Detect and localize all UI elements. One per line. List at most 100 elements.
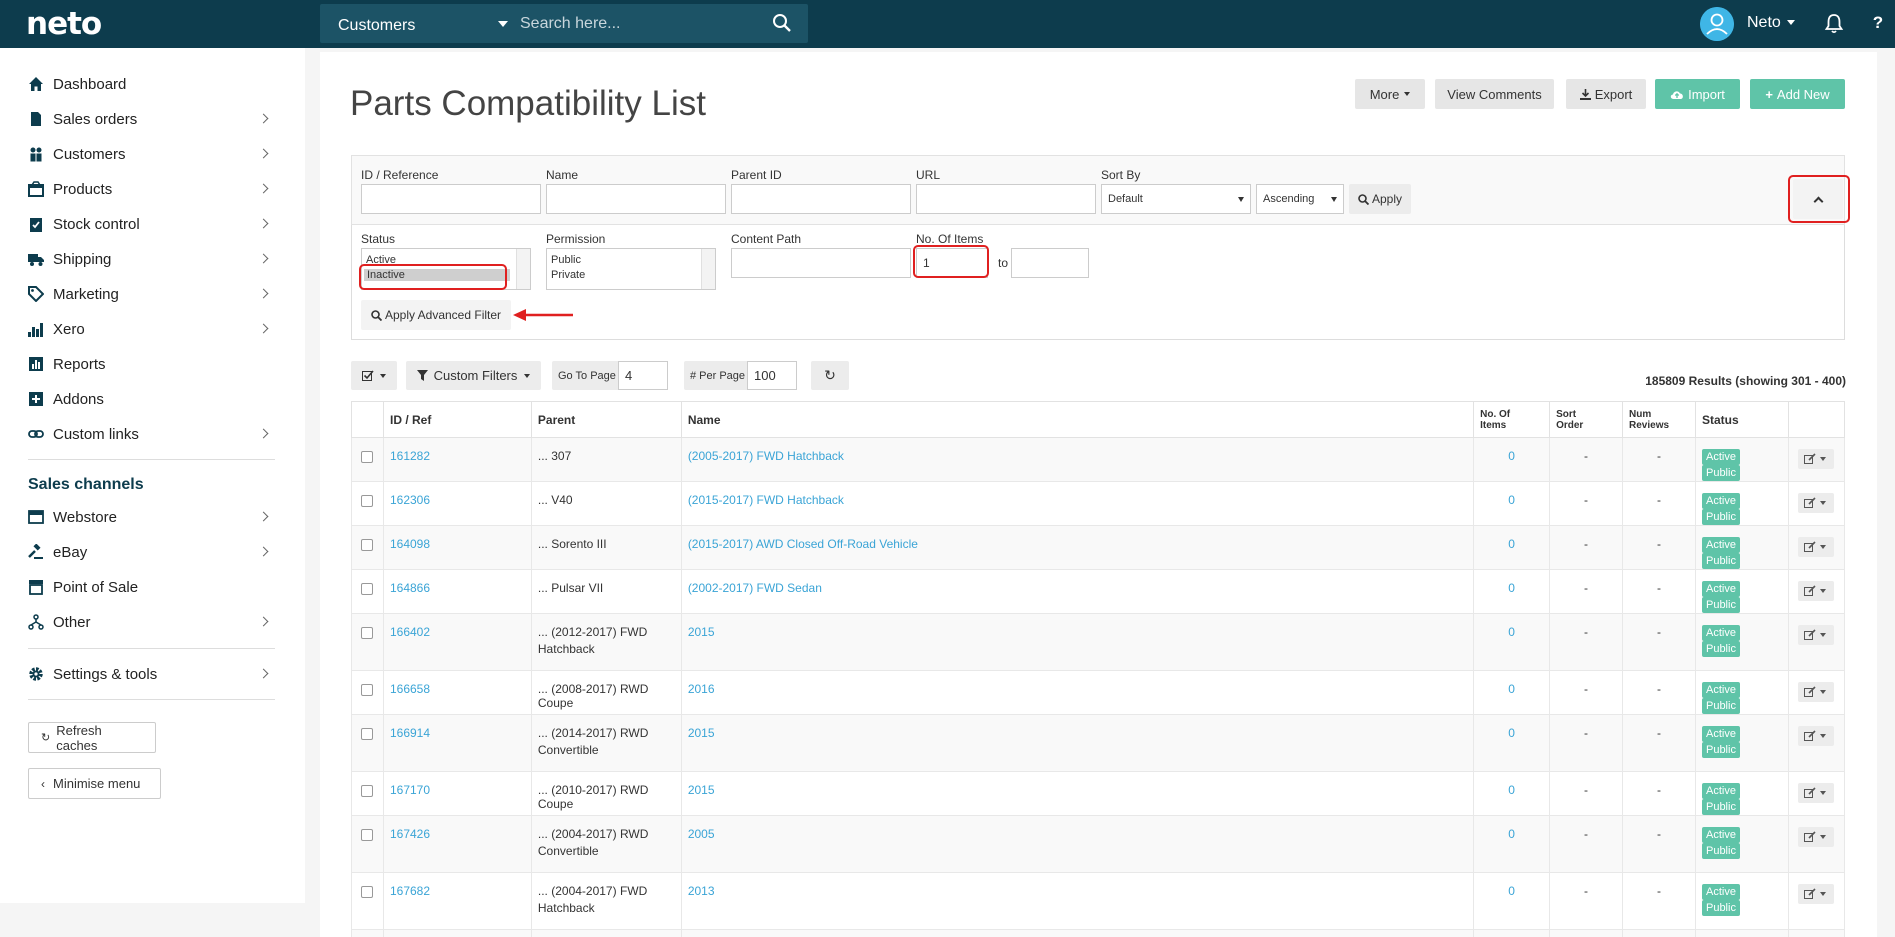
name-link[interactable]: 2005 [688,827,715,841]
permission-listbox[interactable]: Public Private [546,248,716,290]
bell-icon[interactable] [1824,13,1844,34]
row-checkbox[interactable] [361,495,374,507]
url-input[interactable] [916,184,1096,214]
go-to-page-input[interactable] [618,361,668,390]
row-actions-dropdown[interactable] [1798,581,1835,601]
chevron-down-icon[interactable] [1787,20,1795,25]
num-items-link[interactable]: 0 [1508,537,1515,551]
num-items-link[interactable]: 0 [1508,625,1515,639]
search-icon[interactable] [772,13,792,33]
sidebar-item-sales-orders[interactable]: Sales orders [28,104,276,134]
row-checkbox[interactable] [361,684,374,696]
name-link[interactable]: 2016 [688,682,715,696]
id-link[interactable]: 167682 [390,884,430,898]
name-link[interactable]: 2015 [688,625,715,639]
row-checkbox[interactable] [361,627,374,639]
row-checkbox[interactable] [361,829,374,841]
sidebar-item-addons[interactable]: Addons [28,384,276,414]
user-menu[interactable]: Neto [1747,14,1781,32]
search-input[interactable] [520,4,760,43]
sidebar-item-xero[interactable]: Xero [28,314,276,344]
num-items-link[interactable]: 0 [1508,726,1515,740]
row-actions-dropdown[interactable] [1798,726,1835,746]
sort-by-select[interactable]: Default [1101,184,1251,214]
id-link[interactable]: 167170 [390,783,430,797]
scrollbar[interactable] [516,249,530,289]
row-actions-dropdown[interactable] [1798,884,1835,904]
sidebar-item-ebay[interactable]: eBay [28,537,276,567]
refresh-caches-button[interactable]: ↻ Refresh caches [28,722,156,753]
header-name[interactable]: Name [680,401,1475,438]
refresh-button[interactable]: ↻ [811,361,849,390]
import-button[interactable]: Import [1655,79,1740,109]
scrollbar[interactable] [701,249,715,289]
row-actions-dropdown[interactable] [1798,493,1835,513]
id-link[interactable]: 166658 [390,682,430,696]
sidebar-item-shipping[interactable]: Shipping [28,244,276,274]
id-link[interactable]: 167426 [390,827,430,841]
header-sort-order[interactable]: Sort Order [1549,401,1624,438]
row-checkbox[interactable] [361,539,374,551]
sidebar-item-stock-control[interactable]: Stock control [28,209,276,239]
name-link[interactable]: (2015-2017) AWD Closed Off-Road Vehicle [688,537,918,551]
chevron-down-icon[interactable] [498,21,508,27]
sidebar-item-point-of-sale[interactable]: Point of Sale [28,572,276,602]
row-checkbox[interactable] [361,728,374,740]
sidebar-item-reports[interactable]: Reports [28,349,276,379]
per-page-input[interactable] [747,361,797,390]
header-id-ref[interactable]: ID / Ref [382,401,532,438]
apply-advanced-filter-button[interactable]: Apply Advanced Filter [361,300,511,330]
add-new-button[interactable]: + Add New [1750,79,1845,109]
num-items-link[interactable]: 0 [1508,682,1515,696]
minimise-menu-button[interactable]: ‹ Minimise menu [28,768,161,799]
id-link[interactable]: 166914 [390,726,430,740]
num-items-to-input[interactable] [1011,248,1089,278]
export-button[interactable]: Export [1566,79,1646,109]
name-link[interactable]: 2015 [688,726,715,740]
num-items-link[interactable]: 0 [1508,884,1515,898]
id-link[interactable]: 166402 [390,625,430,639]
row-actions-dropdown[interactable] [1798,449,1835,469]
id-link[interactable]: 164098 [390,537,430,551]
row-actions-dropdown[interactable] [1798,537,1835,557]
permission-option-private[interactable]: Private [551,269,585,281]
sidebar-item-products[interactable]: Products [28,174,276,204]
avatar[interactable] [1700,7,1734,41]
num-items-link[interactable]: 0 [1508,783,1515,797]
select-all-dropdown[interactable] [351,361,397,390]
id-link[interactable]: 164866 [390,581,430,595]
row-checkbox[interactable] [361,886,374,898]
id-link[interactable]: 161282 [390,449,430,463]
num-items-link[interactable]: 0 [1508,581,1515,595]
row-checkbox[interactable] [361,785,374,797]
name-link[interactable]: (2015-2017) FWD Hatchback [688,493,844,507]
row-actions-dropdown[interactable] [1798,682,1835,702]
neto-logo[interactable]: neto [26,6,102,42]
row-checkbox[interactable] [361,583,374,595]
num-items-link[interactable]: 0 [1508,827,1515,841]
sidebar-item-custom-links[interactable]: Custom links [28,419,276,449]
row-actions-dropdown[interactable] [1798,827,1835,847]
name-link[interactable]: (2002-2017) FWD Sedan [688,581,822,595]
row-actions-dropdown[interactable] [1798,783,1835,803]
sidebar-item-customers[interactable]: Customers [28,139,276,169]
view-comments-button[interactable]: View Comments [1435,79,1554,109]
sidebar-item-marketing[interactable]: Marketing [28,279,276,309]
name-input[interactable] [546,184,726,214]
custom-filters-dropdown[interactable]: Custom Filters [406,361,541,390]
name-link[interactable]: (2005-2017) FWD Hatchback [688,449,844,463]
permission-option-public[interactable]: Public [551,254,581,266]
apply-button[interactable]: Apply [1349,184,1411,214]
name-link[interactable]: 2015 [688,783,715,797]
sort-order-select[interactable]: Ascending [1256,184,1344,214]
num-items-link[interactable]: 0 [1508,493,1515,507]
row-checkbox[interactable] [361,451,374,463]
parent-id-input[interactable] [731,184,911,214]
sidebar-item-other[interactable]: Other [28,607,276,637]
header-num-items[interactable]: No. Of Items [1473,401,1551,438]
more-button[interactable]: More [1355,79,1425,109]
header-num-reviews[interactable]: Num Reviews [1622,401,1696,438]
sidebar-item-settings-tools[interactable]: Settings & tools [28,659,276,689]
content-path-input[interactable] [731,248,911,278]
sidebar-item-webstore[interactable]: Webstore [28,502,276,532]
